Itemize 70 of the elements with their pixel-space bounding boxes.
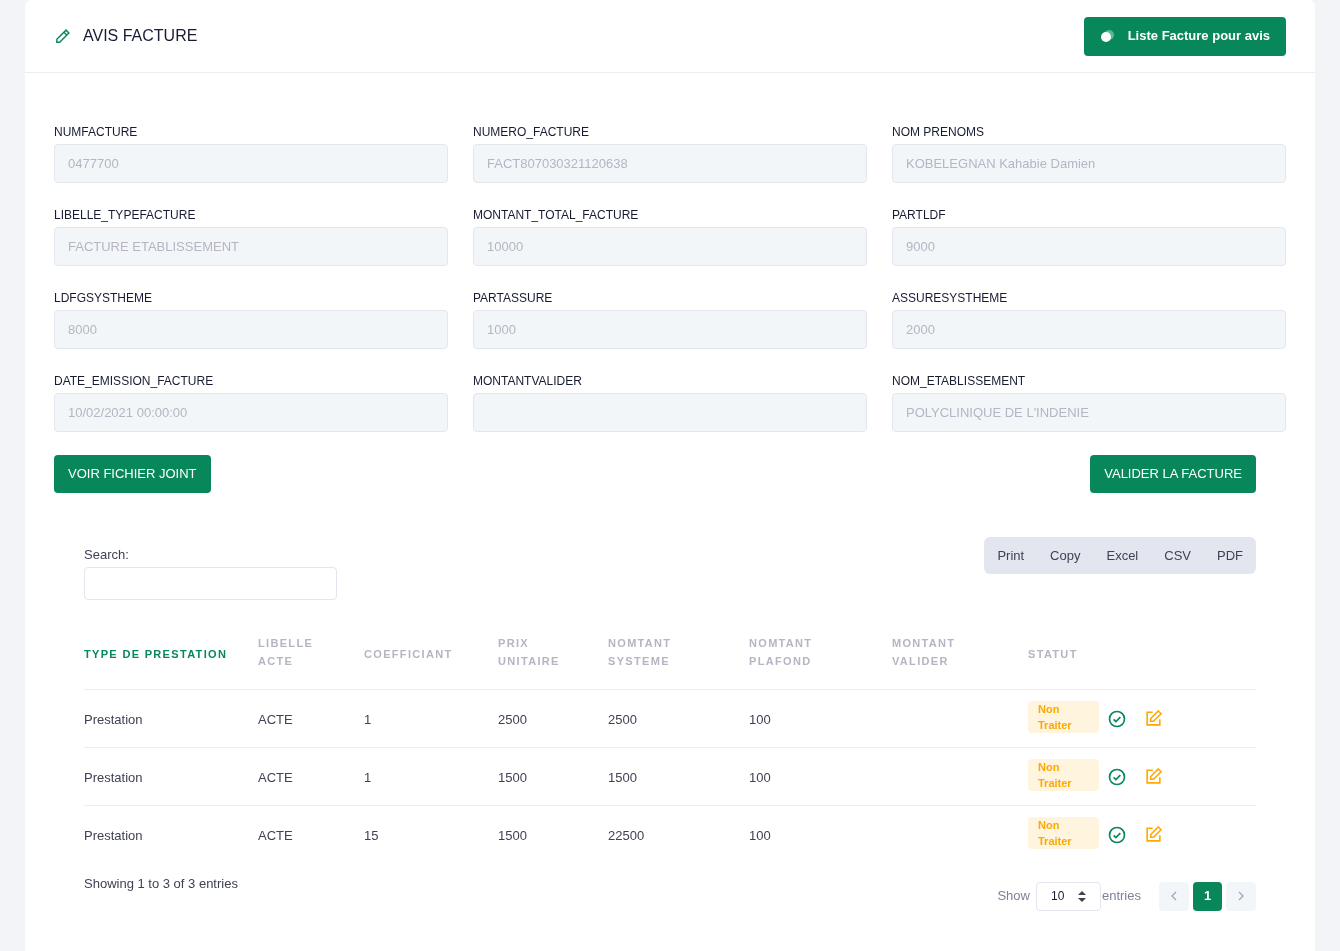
edit-icon[interactable] — [1144, 709, 1163, 728]
table-cell: 1 — [364, 769, 372, 785]
view-attachment-button[interactable]: VOIR FICHIER JOINT — [54, 455, 211, 493]
search-field[interactable] — [84, 566, 337, 600]
field-label: NOM_ETABLISSEMENT — [892, 373, 1027, 390]
search-label: Search: — [84, 546, 130, 564]
validate-invoice-button[interactable]: VALIDER LA FACTURE — [1090, 455, 1256, 493]
table-cell: 100 — [749, 827, 771, 843]
export-button[interactable]: Print — [984, 537, 1038, 574]
show-label: Show — [997, 887, 1030, 906]
status-badge: Non Traiter — [1028, 759, 1099, 791]
chevron-right-icon — [1237, 891, 1245, 901]
field-label: NOM PRENOMS — [892, 124, 985, 141]
status-badge: Non Traiter — [1028, 701, 1099, 733]
table-cell: 2500 — [498, 711, 527, 727]
pencil-icon — [54, 27, 71, 45]
field-label: MONTANT_TOTAL_FACTURE — [473, 207, 640, 224]
field-label: LIBELLE_TYPEFACTURE — [54, 207, 197, 224]
check-circle-icon[interactable] — [1108, 767, 1126, 786]
page-title: AVIS FACTURE — [83, 26, 198, 46]
column-header[interactable]: LIBELLE ACTE — [258, 634, 348, 671]
table-cell: 1500 — [498, 827, 527, 843]
edit-icon[interactable] — [1144, 767, 1163, 786]
field-label: PARTLDF — [892, 207, 947, 224]
page-button[interactable]: 1 — [1193, 881, 1222, 911]
next-page-button[interactable] — [1226, 881, 1256, 911]
page-size-select[interactable]: 10 — [1035, 881, 1101, 911]
export-button[interactable]: CSV — [1151, 537, 1204, 574]
table-cell: Prestation — [84, 769, 143, 785]
field-label: LDFGSYSTHEME — [54, 290, 153, 307]
export-button[interactable]: PDF — [1204, 537, 1256, 574]
table-cell: ACTE — [258, 827, 293, 843]
toggle-icon — [1099, 29, 1116, 43]
export-button[interactable]: Copy — [1037, 537, 1094, 574]
column-header[interactable]: PRIX UNITAIRE — [498, 634, 588, 671]
entries-label: entries — [1101, 887, 1141, 906]
table-cell: 1500 — [608, 769, 637, 785]
previous-page-button[interactable] — [1159, 881, 1189, 911]
column-header[interactable]: COEFFICIANT — [364, 645, 453, 664]
table-cell: ACTE — [258, 769, 293, 785]
column-header[interactable]: NOMTANT PLAFOND — [749, 634, 839, 671]
table-cell: 1500 — [498, 769, 527, 785]
field-label: NUMERO_FACTURE — [473, 124, 590, 141]
table-cell: 15 — [364, 827, 379, 843]
field-label: NUMFACTURE — [54, 124, 139, 141]
table-cell: 2500 — [608, 711, 637, 727]
table-cell: ACTE — [258, 711, 293, 727]
table-cell: 100 — [749, 769, 771, 785]
field-label: DATE_EMISSION_FACTURE — [54, 373, 215, 390]
column-header[interactable]: NOMTANT SYSTEME — [608, 634, 698, 671]
export-button[interactable]: Excel — [1093, 537, 1152, 574]
sort-arrows-icon — [1077, 890, 1086, 902]
entries-info: Showing 1 to 3 of 3 entries — [84, 874, 238, 893]
table-cell: 22500 — [608, 827, 645, 843]
table-cell: 1 — [364, 711, 372, 727]
table-cell: Prestation — [84, 827, 143, 843]
table-cell: 100 — [749, 711, 771, 727]
field-label: MONTANTVALIDER — [473, 373, 583, 390]
field-label: PARTASSURE — [473, 290, 554, 307]
column-header[interactable]: STATUT — [1028, 645, 1078, 664]
chevron-left-icon — [1170, 891, 1178, 901]
status-badge: Non Traiter — [1028, 817, 1099, 850]
check-circle-icon[interactable] — [1108, 709, 1126, 728]
edit-icon[interactable] — [1144, 825, 1163, 845]
check-circle-icon[interactable] — [1108, 825, 1126, 844]
field-label: ASSURESYSTHEME — [892, 290, 1009, 307]
column-header[interactable]: TYPE DE PRESTATION — [84, 645, 228, 664]
column-header[interactable]: MONTANT VALIDER — [892, 634, 982, 671]
list-button[interactable]: Liste Facture pour avis — [1083, 16, 1286, 56]
table-cell: Prestation — [84, 711, 143, 727]
